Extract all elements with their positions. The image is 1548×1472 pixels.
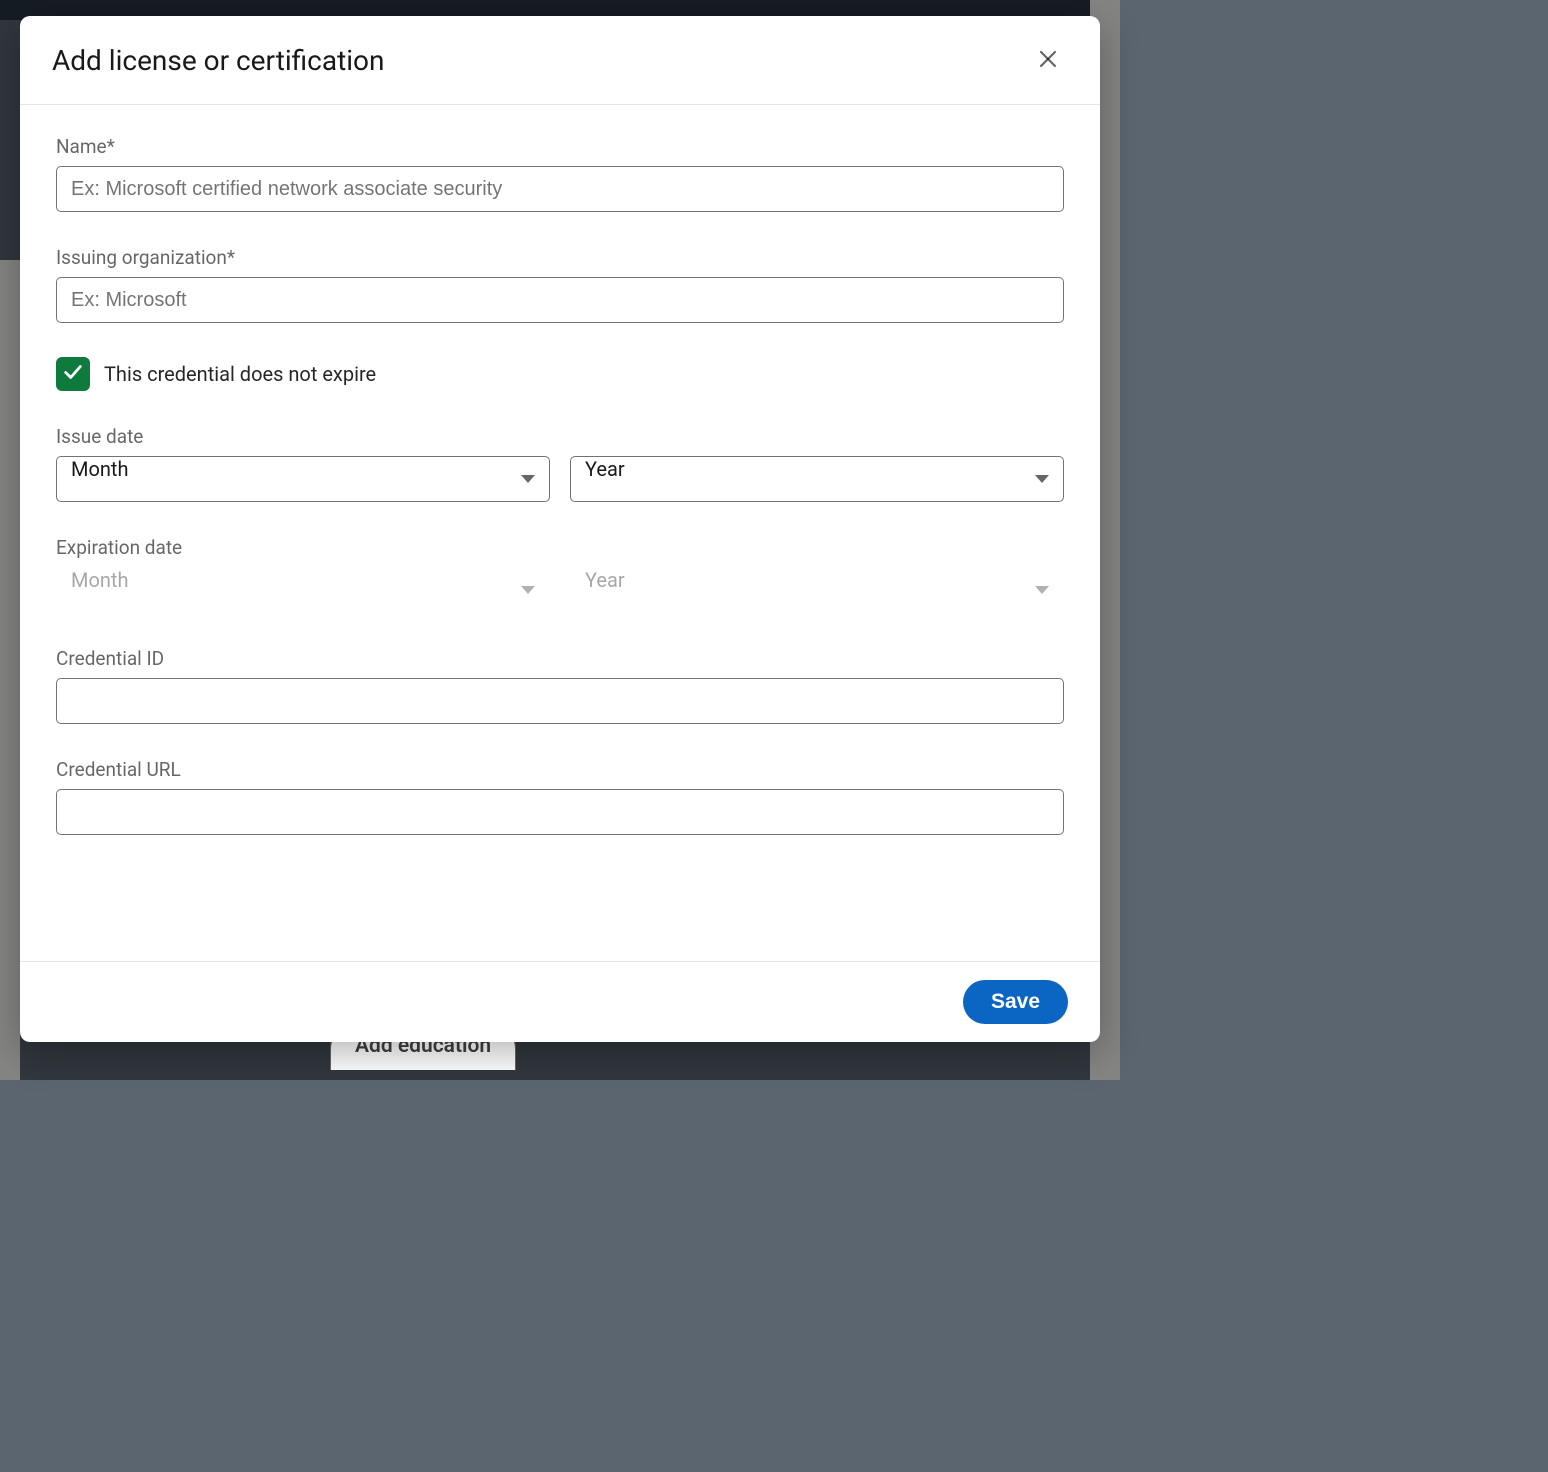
no-expire-label: This credential does not expire — [104, 362, 376, 386]
credential-id-input[interactable] — [56, 678, 1064, 724]
issue-year-select[interactable]: Year — [570, 456, 1064, 502]
close-button[interactable] — [1028, 40, 1068, 80]
name-input[interactable] — [56, 166, 1064, 212]
expiration-date-group: Expiration date Month Year — [56, 536, 1064, 613]
org-field-group: Issuing organization* — [56, 246, 1064, 323]
org-input[interactable] — [56, 277, 1064, 323]
expiration-month-select: Month — [56, 567, 550, 613]
modal-body: Name* Issuing organization* This credent… — [20, 105, 1100, 961]
issue-date-group: Issue date Month Year — [56, 425, 1064, 502]
no-expire-checkbox[interactable] — [56, 357, 90, 391]
modal-title: Add license or certification — [52, 44, 384, 77]
close-icon — [1036, 47, 1060, 74]
add-license-modal: Add license or certification Name* Issui… — [20, 16, 1100, 1042]
org-label: Issuing organization* — [56, 246, 1064, 269]
name-label: Name* — [56, 135, 1064, 158]
modal-header: Add license or certification — [20, 16, 1100, 105]
credential-id-group: Credential ID — [56, 647, 1064, 724]
issue-month-select[interactable]: Month — [56, 456, 550, 502]
save-button[interactable]: Save — [963, 980, 1068, 1024]
modal-footer: Save — [20, 961, 1100, 1042]
name-field-group: Name* — [56, 135, 1064, 212]
credential-url-group: Credential URL — [56, 758, 1064, 835]
issue-date-label: Issue date — [56, 425, 1064, 448]
expiration-date-label: Expiration date — [56, 536, 1064, 559]
check-icon — [62, 361, 84, 387]
credential-id-label: Credential ID — [56, 647, 1064, 670]
expiration-year-select: Year — [570, 567, 1064, 613]
credential-url-input[interactable] — [56, 789, 1064, 835]
credential-url-label: Credential URL — [56, 758, 1064, 781]
no-expire-row: This credential does not expire — [56, 357, 1064, 391]
